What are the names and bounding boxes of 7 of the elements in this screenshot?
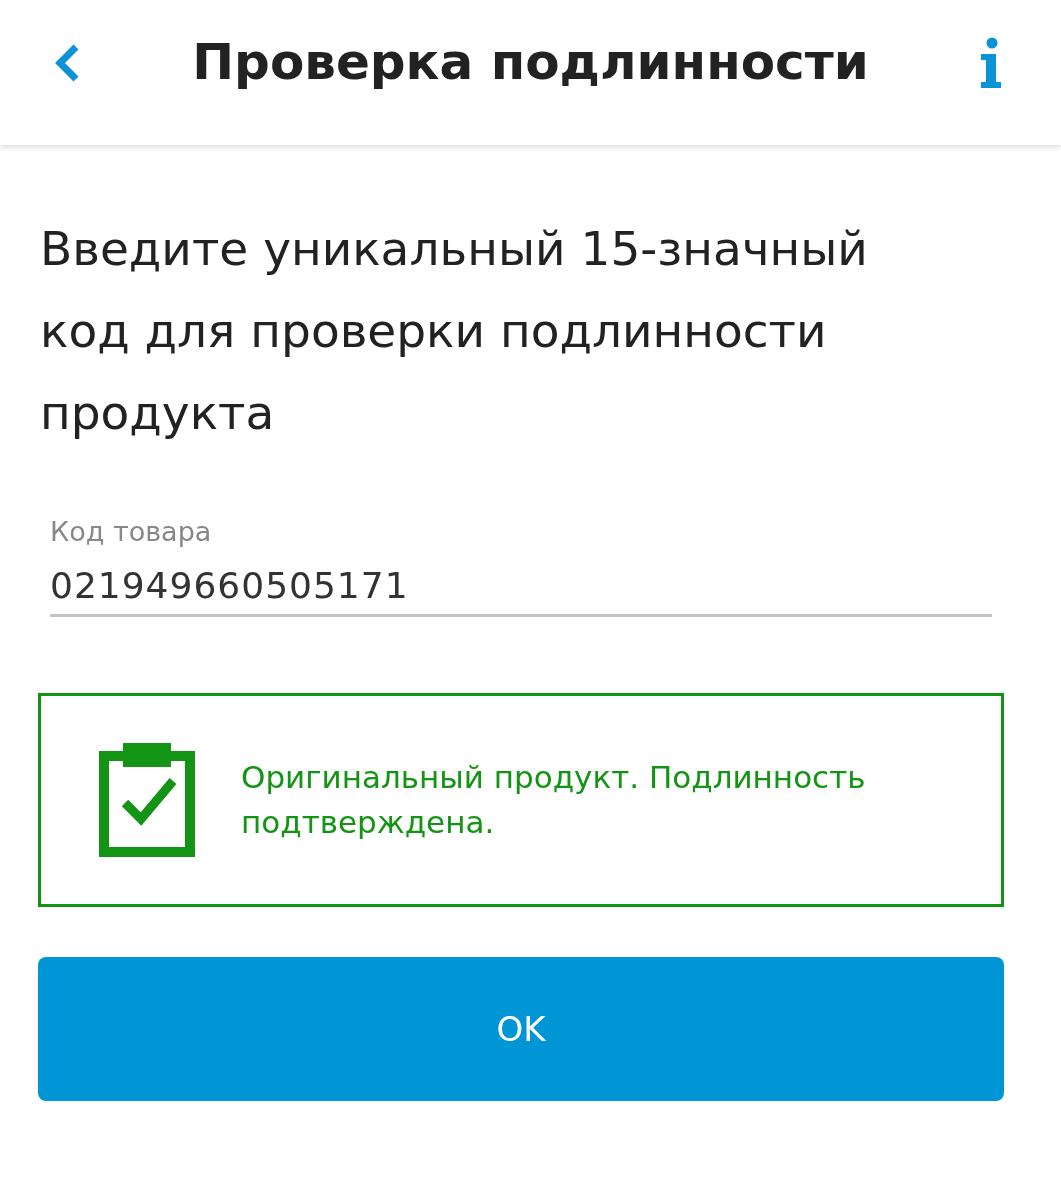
info-icon[interactable]	[979, 36, 1003, 89]
product-code-field[interactable]: 021949660505171	[50, 565, 992, 617]
clipboard-check-icon	[99, 743, 195, 857]
field-label: Код товара	[50, 516, 213, 547]
instruction-text: Введите уникальный 15-значный код для проверки подлинности продукта	[40, 220, 869, 442]
screen-title: Проверка подлинности	[192, 32, 869, 91]
status-message: Оригинальный продукт. Подлинность подтверждена.	[241, 758, 867, 842]
